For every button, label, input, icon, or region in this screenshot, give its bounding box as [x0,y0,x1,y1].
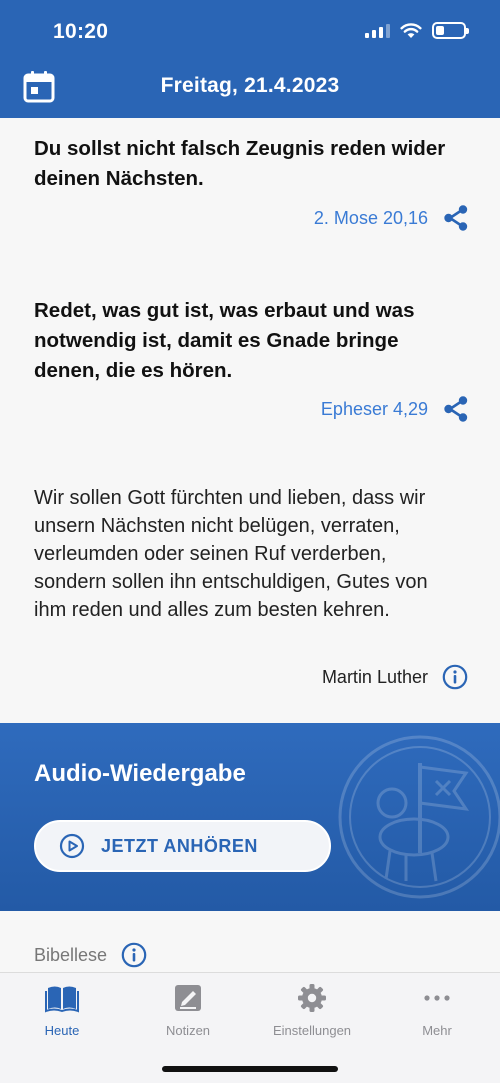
audio-title: Audio-Wiedergabe [34,760,246,787]
share-icon[interactable] [442,395,470,423]
daily-texts: Du sollst nicht falsch Zeugnis reden wid… [0,118,500,723]
more-icon [424,995,450,1001]
tab-mehr[interactable]: Mehr [387,983,487,1038]
losung-reference-link[interactable]: 2. Mose 20,16 [314,208,428,229]
info-icon[interactable] [442,664,468,690]
tab-label: Mehr [422,1023,452,1038]
note-icon [175,985,201,1011]
lehrtext-reference-link[interactable]: Epheser 4,29 [321,399,428,420]
page-title: Freitag, 21.4.2023 [160,74,340,97]
lehrtext-reference-row: Epheser 4,29 [321,395,470,423]
play-circle-icon [59,833,85,859]
lehrtext-text: Redet, was gut ist, was erbaut und was n… [34,299,415,382]
author-row: Martin Luther [322,664,468,690]
tab-notizen[interactable]: Notizen [138,983,238,1038]
tab-einstellungen[interactable]: Einstellungen [262,983,362,1038]
app-header: 10:20 Freitag, 21.4.2023 [0,0,500,118]
tab-label: Notizen [165,1023,211,1038]
cellular-signal-icon [365,23,390,38]
status-icons [365,22,469,39]
tab-label: Einstellungen [272,1023,352,1038]
listen-now-label: JETZT ANHÖREN [101,835,258,856]
losung-text: Du sollst nicht falsch Zeugnis reden wid… [34,137,446,190]
battery-icon [432,22,469,39]
bibellese-row: Bibellese [34,942,147,968]
book-icon [45,986,79,1013]
lamb-emblem-icon [338,735,500,899]
tab-heute[interactable]: Heute [12,983,112,1038]
home-indicator [162,1066,338,1072]
losung-reference-row: 2. Mose 20,16 [314,204,470,232]
info-icon[interactable] [121,942,147,968]
bibellese-label: Bibellese [34,944,108,965]
luther-quote: Wir sollen Gott fürchten und lieben, das… [34,487,428,621]
audio-section: Audio-Wiedergabe JETZT ANHÖREN [0,723,500,911]
author-name: Martin Luther [321,666,428,687]
tab-label: Heute [44,1023,80,1038]
listen-now-button[interactable]: JETZT ANHÖREN [34,820,331,872]
status-time: 10:20 [53,20,109,43]
gear-icon [298,984,326,1012]
wifi-icon [400,22,422,38]
share-icon[interactable] [442,204,470,232]
